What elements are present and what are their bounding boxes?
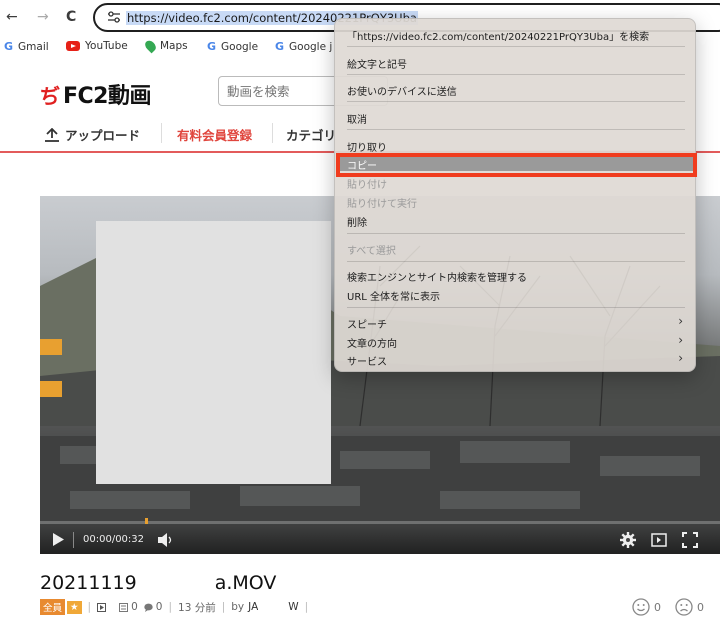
menu-separator [347,74,685,75]
bookmark-gmail[interactable]: G Gmail [4,40,49,53]
bookmark-label: Google [221,40,259,53]
chevron-right-icon: › [678,351,683,365]
bookmark-google-j[interactable]: G Google j [275,40,332,53]
settings-gear-icon[interactable] [620,532,636,548]
nav-upload-label: アップロード [65,128,141,143]
menu-item-cut[interactable]: 切り取り [347,139,387,154]
menu-item-manage-search-engines[interactable]: 検索エンジンとサイト内検索を管理する [347,269,527,284]
time-display: 00:00/00:32 [83,534,145,545]
author-name-end[interactable]: W [288,601,298,613]
chevron-right-icon: › [678,314,683,328]
bookmark-label: Google j [289,40,333,53]
star-badge: ★ [67,600,82,614]
author-name-start[interactable]: JA [248,601,258,613]
volume-icon[interactable] [158,533,174,547]
menu-separator [347,307,685,308]
nav-divider [161,123,162,143]
menu-separator [347,233,685,234]
menu-item-search-url[interactable]: 「https://video.fc2.com/content/20240221P… [347,28,649,43]
chevron-right-icon: › [678,333,683,347]
video-meta: 全員 ★ | 0 0 | 13 分前 | by JA W | [40,598,314,616]
nav-premium-signup[interactable]: 有料会員登録 [177,125,252,144]
bookmark-youtube[interactable]: YouTube [66,40,128,52]
fullscreen-icon[interactable] [682,532,698,548]
bookmark-label: Maps [160,40,188,52]
play-icon[interactable] [52,533,64,546]
posted-time: 13 分前 [178,601,216,614]
nav-upload[interactable]: アップロード [44,125,140,144]
bookmark-maps[interactable]: Maps [143,38,188,54]
reactions: 0 0 [632,598,704,616]
google-icon: G [207,40,217,53]
menu-item-send-to-device[interactable]: お使いのデバイスに送信 [347,83,457,98]
theater-mode-icon[interactable] [651,533,667,547]
video-title-suffix: a.MOV [214,572,277,594]
fc2-logo-mark: ぢ [40,83,60,108]
bookmark-label: Gmail [18,40,49,53]
play-count: 0 [131,601,138,613]
menu-item-select-all[interactable]: すべて選択 [347,242,396,257]
dislike-frown-icon[interactable] [675,598,693,616]
video-title-prefix: 20211119 [40,572,137,594]
redaction-block [136,570,219,592]
google-icon: G [275,40,285,53]
nav-divider [272,123,273,143]
maps-pin-icon [143,38,158,54]
like-smile-icon[interactable] [632,598,650,616]
reload-button[interactable]: C [66,9,76,25]
menu-separator [347,46,685,47]
fc2-logo-text: FC2動画 [63,84,151,109]
menu-item-delete[interactable]: 削除 [347,214,367,229]
player-controls: 00:00/00:32 [40,524,720,554]
menu-separator [347,261,685,262]
back-button[interactable]: ← [6,9,18,25]
copy-highlight-outline [336,153,697,177]
control-divider [73,532,74,548]
redaction-block [96,221,331,484]
meta-divider: | [221,601,226,613]
site-settings-icon[interactable] [107,11,121,23]
menu-item-undo[interactable]: 取消 [347,111,367,126]
menu-item-services[interactable]: サービス [347,353,387,368]
fc2-logo[interactable]: ぢ FC2動画 [40,78,151,110]
dislike-count: 0 [697,600,704,614]
bookmark-google[interactable]: G Google [207,40,258,53]
comment-icon [144,603,153,612]
meta-divider: | [168,601,173,613]
overlay-badge [40,381,62,397]
meta-divider: | [87,601,92,613]
comment-count: 0 [155,601,163,613]
google-icon: G [4,40,14,53]
menu-item-speech[interactable]: スピーチ [347,316,387,331]
youtube-icon [66,41,80,51]
context-menu: 「https://video.fc2.com/content/20240221P… [334,18,696,372]
video-title: 20211119 a.MOV [40,570,276,594]
bookmark-label: YouTube [85,40,128,52]
forward-button[interactable]: → [37,9,49,25]
by-label: by [231,601,245,613]
redaction-block [258,601,289,613]
member-badge: 全員 [40,599,66,615]
menu-item-emoji[interactable]: 絵文字と記号 [347,56,407,71]
upload-icon [45,128,59,142]
play-count-icon [97,602,107,612]
menu-item-paste-and-go[interactable]: 貼り付けて実行 [347,195,417,210]
overlay-badge [40,339,62,355]
nav-category[interactable]: カテゴリ [286,125,336,144]
menu-item-show-full-url[interactable]: URL 全体を常に表示 [347,288,440,303]
menu-separator [347,101,685,102]
like-count: 0 [654,600,661,614]
meta-divider: | [304,601,309,613]
menu-separator [347,129,685,130]
menu-item-paste[interactable]: 貼り付け [347,176,387,191]
menu-item-writing-direction[interactable]: 文章の方向 [347,335,397,350]
playlist-icon [119,602,129,612]
